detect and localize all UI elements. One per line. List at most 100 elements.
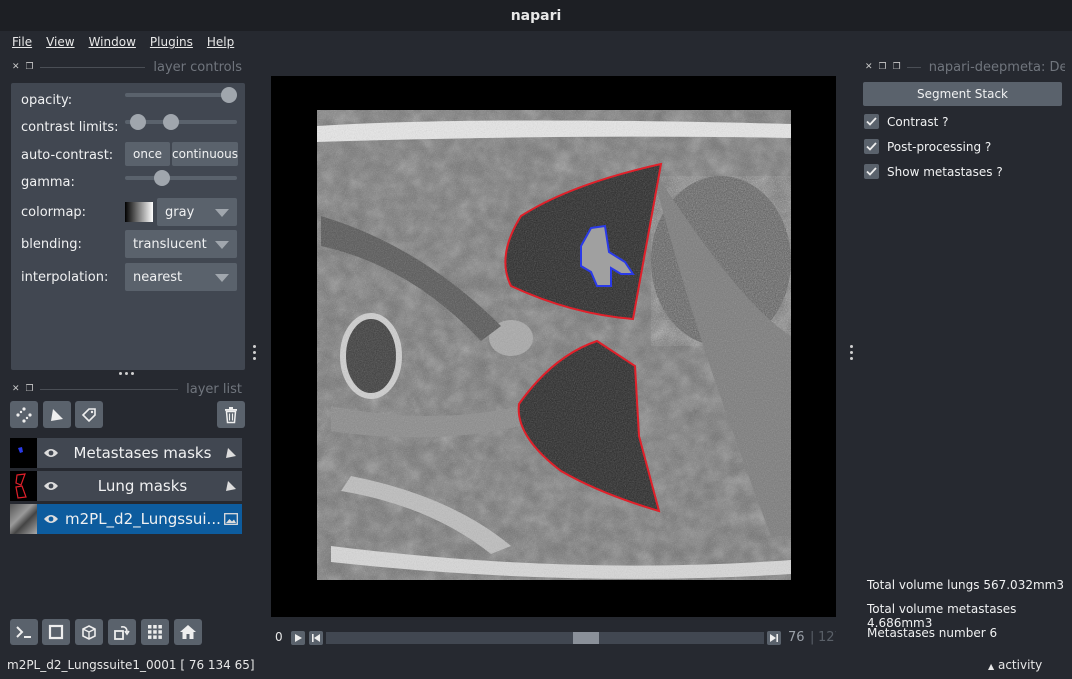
trash-icon [225,406,237,423]
viewer-canvas[interactable] [271,76,836,617]
status-bar: m2PL_d2_Lungssuite1_0001 [ 76 134 65] ▲ … [0,655,1072,679]
new-shapes-button[interactable] [43,401,71,428]
plugin-title: napari-deepmeta: Deep [928,59,1065,75]
tag-icon [81,407,96,422]
layer-row-metastases[interactable]: Metastases masks [10,438,242,468]
rotate-icon [114,626,130,640]
visibility-eye-icon[interactable] [37,447,65,459]
menu-view[interactable]: View [46,35,74,49]
opacity-slider[interactable] [125,87,237,103]
status-text: m2PL_d2_Lungssuite1_0001 [ 76 134 65] [7,658,255,672]
delete-layer-button[interactable] [217,401,245,428]
labels-layer-icon [220,480,242,492]
layer-row-lungs[interactable]: Lung masks [10,471,242,501]
layer-name: Lung masks [97,477,188,495]
show-metastases-checkbox[interactable] [864,164,879,179]
contrast-limits-label: contrast limits: [21,119,119,135]
contrast-limits-slider[interactable] [125,114,237,130]
blending-label: blending: [21,236,82,252]
postprocessing-checkbox-row[interactable]: Post-processing ? [864,139,991,154]
menu-window[interactable]: Window [89,35,136,49]
once-button[interactable]: once [125,142,170,166]
right-dock-handle[interactable] [850,345,853,360]
slice-separator: | [810,630,815,645]
points-icon [16,406,32,423]
shapes-icon [51,408,63,421]
auto-contrast-label: auto-contrast: [21,147,114,163]
terminal-icon [16,626,31,638]
colormap-label: colormap: [21,204,87,220]
blending-select[interactable]: translucent [125,230,237,258]
visibility-eye-icon[interactable] [37,480,65,492]
activity-button[interactable]: ▲ activity [988,658,1042,672]
menu-help[interactable]: Help [207,35,234,49]
roll-dims-button[interactable] [75,619,103,645]
new-labels-button[interactable] [75,401,103,428]
float-icon[interactable]: ❐ [26,384,34,394]
gamma-slider[interactable] [125,170,237,186]
transpose-button[interactable] [108,619,136,645]
dims-slider-row: 0 76 | 127 [271,627,836,649]
lung-volume-text: Total volume lungs 567.032mm3 [867,578,1064,592]
layer-row-image[interactable]: m2PL_d2_Lungssui... [10,504,242,534]
opacity-handle[interactable] [221,87,237,103]
check-icon [866,117,877,126]
home-icon [180,625,196,639]
plugin-header: ✕ ❐ ❐ napari-deepmeta: Deep [865,59,1065,75]
left-dock-handle[interactable] [253,345,256,360]
contrast-checkbox-row[interactable]: Contrast ? [864,114,948,129]
splitter-handle[interactable] [119,372,135,376]
postprocessing-checkbox-label: Post-processing ? [887,139,992,154]
new-points-button[interactable] [10,401,38,428]
step-back-button[interactable] [309,631,323,645]
gamma-handle[interactable] [153,170,170,186]
square-icon [48,624,64,640]
menu-plugins[interactable]: Plugins [150,35,193,49]
image-layer-icon [220,513,242,525]
dims-slider-track[interactable] [326,632,764,644]
slice-max: 127 [818,630,836,645]
layer-list-title: layer list [186,381,242,397]
contrast-checkbox[interactable] [864,114,879,129]
caret-up-icon: ▲ [988,662,995,671]
current-slice[interactable]: 76 [788,630,805,645]
chevron-down-icon [215,241,229,249]
float-icon[interactable]: ❐ [879,62,887,72]
window-title: napari [510,7,562,24]
console-button[interactable] [10,619,38,645]
grid-view-button[interactable] [141,619,169,645]
layer-controls-panel: opacity: contrast limits: auto-contrast:… [11,83,245,370]
gamma-label: gamma: [21,174,75,190]
step-forward-button[interactable] [767,631,781,645]
contrast-low-handle[interactable] [129,114,146,130]
close-icon[interactable]: ✕ [12,62,20,72]
ndisplay-button[interactable] [42,619,70,645]
layer-list-header: ✕ ❐ layer list [12,381,242,397]
layer-thumbnail [10,438,37,468]
check-icon [866,142,877,151]
menu-file[interactable]: File [12,35,32,49]
contrast-checkbox-label: Contrast ? [887,114,949,129]
postprocessing-checkbox[interactable] [864,139,879,154]
chevron-down-icon [215,274,229,282]
play-button[interactable] [291,631,305,645]
close-icon[interactable]: ✕ [865,62,873,72]
continuous-button[interactable]: continuous [172,142,238,166]
contrast-high-handle[interactable] [163,114,180,130]
colormap-select[interactable]: gray [157,198,237,226]
layer-name: Metastases masks [73,444,212,462]
dims-slider-thumb[interactable] [573,632,600,644]
title-bar: napari [0,0,1072,31]
show-metastases-checkbox-row[interactable]: Show metastases ? [864,164,1003,179]
home-button[interactable] [174,619,202,645]
segment-stack-button[interactable]: Segment Stack [863,82,1062,106]
cube-icon [82,625,96,640]
dock-icon[interactable]: ❐ [893,62,901,72]
visibility-eye-icon[interactable] [37,513,65,525]
layer-thumbnail [10,504,37,534]
mri-image [317,110,791,580]
close-icon[interactable]: ✕ [12,384,20,394]
colormap-preview [125,202,153,222]
float-icon[interactable]: ❐ [26,62,34,72]
interpolation-select[interactable]: nearest [125,263,237,291]
